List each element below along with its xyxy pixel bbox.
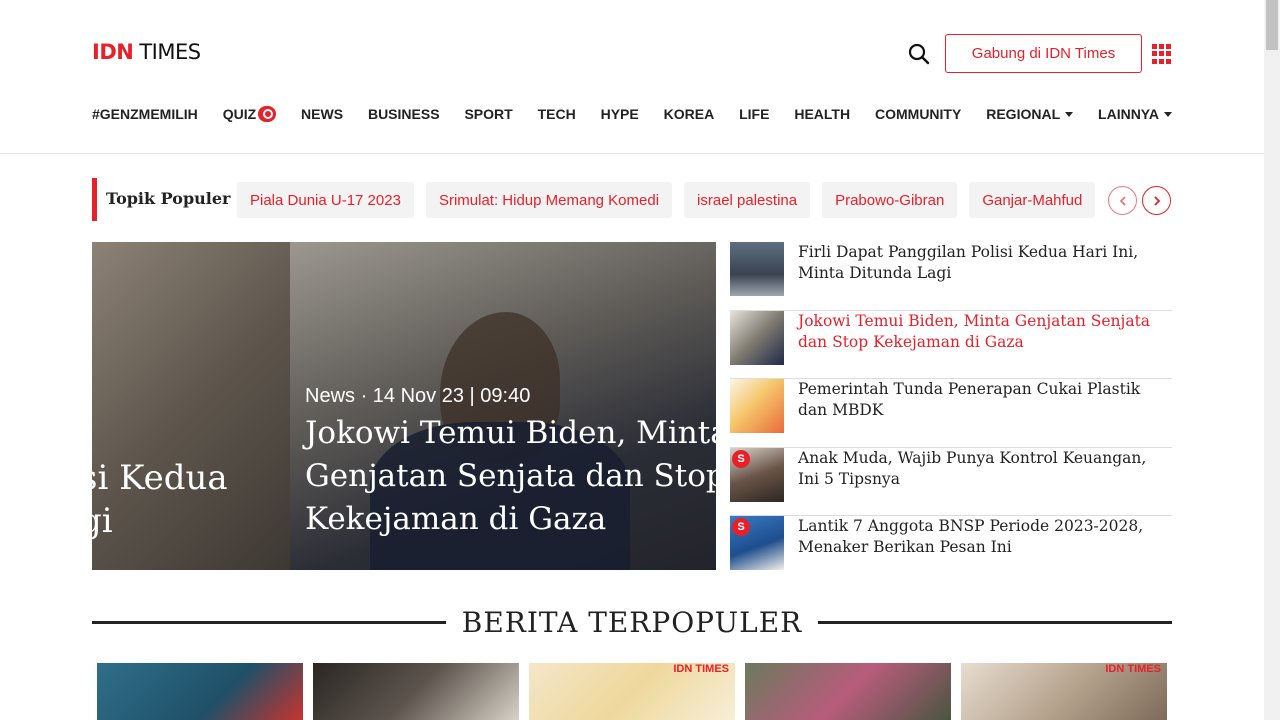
hero-category[interactable]: News (305, 385, 355, 407)
topik-next-button[interactable] (1142, 186, 1171, 215)
popular-news-card[interactable] (745, 663, 951, 720)
nav-item-tech[interactable]: TECH (538, 106, 576, 122)
topic-chip[interactable]: Prabowo-Gibran (822, 182, 958, 218)
nav-item-sport[interactable]: SPORT (464, 106, 512, 122)
headline-title: Jokowi Temui Biden, Minta Genjatan Senja… (798, 311, 1151, 351)
headline-title: Firli Dapat Panggilan Polisi Kedua Hari … (798, 243, 1139, 282)
nav-item-community[interactable]: COMMUNITY (875, 106, 961, 122)
hero-date: · 14 Nov 23 | 09:40 (360, 385, 531, 407)
logo-idn: IDN (92, 40, 134, 64)
idn-times-logo[interactable]: IDN TIMES (92, 40, 201, 64)
headline-list: Firli Dapat Panggilan Polisi Kedua Hari … (730, 242, 1172, 585)
nav-label: SPORT (464, 106, 513, 122)
headline-item[interactable]: S Anak Muda, Wajib Punya Kontrol Keuanga… (730, 447, 1172, 516)
card-watermark: IDN TIMES (673, 663, 729, 675)
nav-label: LIFE (739, 106, 770, 122)
headline-thumbnail (730, 310, 784, 365)
nav-item-news[interactable]: NEWS (301, 106, 343, 122)
headline-title: Lantik 7 Anggota BNSP Periode 2023-2028,… (798, 517, 1144, 556)
nav-item-life[interactable]: LIFE (739, 106, 769, 122)
hero-title[interactable]: Jokowi Temui Biden, Minta Genjatan Senja… (305, 412, 716, 541)
topik-prev-button[interactable] (1108, 186, 1137, 215)
scrollbar-thumb[interactable] (1266, 0, 1278, 50)
headline-title: Anak Muda, Wajib Punya Kontrol Keuangan,… (798, 448, 1147, 488)
chevron-down-icon (1065, 111, 1074, 117)
hero-prev-slide-title: si Kedua gi (92, 458, 228, 541)
popular-news-cards: IDN TIMES IDN TIMES (97, 663, 1167, 720)
topik-title: Topik Populer (106, 189, 231, 208)
divider (92, 620, 446, 624)
headline-item[interactable]: Pemerintah Tunda Penerapan Cukai Plastik… (730, 379, 1172, 448)
nav-item-business[interactable]: BUSINESS (368, 106, 440, 122)
headline-thumbnail (730, 242, 784, 296)
popular-news-card[interactable]: IDN TIMES (961, 663, 1167, 720)
section-title: BERITA TERPOPULER (461, 605, 803, 639)
nav-label: QUIZ (222, 106, 257, 122)
popular-news-card[interactable]: IDN TIMES (529, 663, 735, 720)
hero-prev-slide-image: si Kedua gi (92, 242, 290, 570)
section-heading: BERITA TERPOPULER (92, 604, 1173, 640)
chevron-left-icon (1119, 195, 1126, 206)
nav-item-lainnya[interactable]: LAINNYA (1098, 106, 1172, 122)
quiz-badge-icon (258, 106, 277, 122)
nav-item-hype[interactable]: HYPE (601, 106, 639, 122)
headline-item[interactable]: S Lantik 7 Anggota BNSP Periode 2023-202… (730, 516, 1172, 585)
headline-thumbnail: S (730, 516, 784, 570)
nav-label: TECH (537, 106, 576, 122)
chevron-down-icon (1163, 111, 1172, 117)
site-header: IDN TIMES Gabung di IDN Times #GENZMEMILI… (0, 0, 1264, 154)
nav-item-genzmemilih[interactable]: #GENZMEMILIH (92, 106, 198, 122)
popular-news-card[interactable] (97, 663, 303, 720)
nav-item-health[interactable]: HEALTH (794, 106, 850, 122)
topic-chip[interactable]: israel palestina (684, 182, 811, 218)
nav-label: HEALTH (794, 106, 851, 122)
nav-item-quiz[interactable]: QUIZ (222, 106, 277, 122)
main-nav: #GENZMEMILIH QUIZ NEWS BUSINESS SPORT TE… (92, 103, 1172, 125)
divider (818, 620, 1173, 624)
nav-label: BUSINESS (367, 106, 440, 122)
nav-label: COMMUNITY (875, 106, 962, 122)
topic-chip[interactable]: Piala Dunia U-17 2023 (237, 182, 414, 218)
join-button[interactable]: Gabung di IDN Times (945, 34, 1142, 73)
headline-item[interactable]: Firli Dapat Panggilan Polisi Kedua Hari … (730, 242, 1172, 311)
page-scrollbar[interactable] (1264, 0, 1280, 720)
apps-grid-icon[interactable] (1152, 44, 1172, 64)
nav-label: HYPE (600, 106, 639, 122)
search-button[interactable] (907, 42, 931, 66)
popular-news-card[interactable] (313, 663, 519, 720)
headline-item[interactable]: Jokowi Temui Biden, Minta Genjatan Senja… (730, 310, 1172, 379)
hero-meta: News · 14 Nov 23 | 09:40 (305, 385, 530, 408)
headline-thumbnail (730, 379, 784, 433)
sponsored-badge: S (732, 518, 750, 536)
nav-label: KOREA (663, 106, 715, 122)
card-watermark: IDN TIMES (1105, 663, 1161, 675)
nav-label: NEWS (301, 106, 344, 122)
topic-chip[interactable]: Srimulat: Hidup Memang Komedi (425, 182, 673, 218)
search-icon (908, 43, 930, 65)
headline-thumbnail: S (730, 447, 784, 502)
hero-carousel[interactable]: si Kedua gi News · 14 Nov 23 | 09:40 Jok… (92, 242, 716, 570)
sponsored-badge: S (732, 449, 750, 468)
headline-title: Pemerintah Tunda Penerapan Cukai Plastik… (798, 380, 1141, 419)
nav-label: #GENZMEMILIH (92, 106, 198, 122)
topic-chip[interactable]: Ganjar-Mahfud (969, 182, 1096, 218)
nav-label: REGIONAL (986, 106, 1061, 122)
chevron-right-icon (1153, 195, 1160, 206)
topik-accent-bar (92, 178, 97, 221)
nav-label: LAINNYA (1098, 106, 1159, 122)
logo-times: TIMES (139, 40, 201, 64)
nav-item-regional[interactable]: REGIONAL (986, 106, 1074, 122)
topik-chip-list: Piala Dunia U-17 2023 Srimulat: Hidup Me… (237, 182, 1110, 218)
nav-item-korea[interactable]: KOREA (664, 106, 715, 122)
